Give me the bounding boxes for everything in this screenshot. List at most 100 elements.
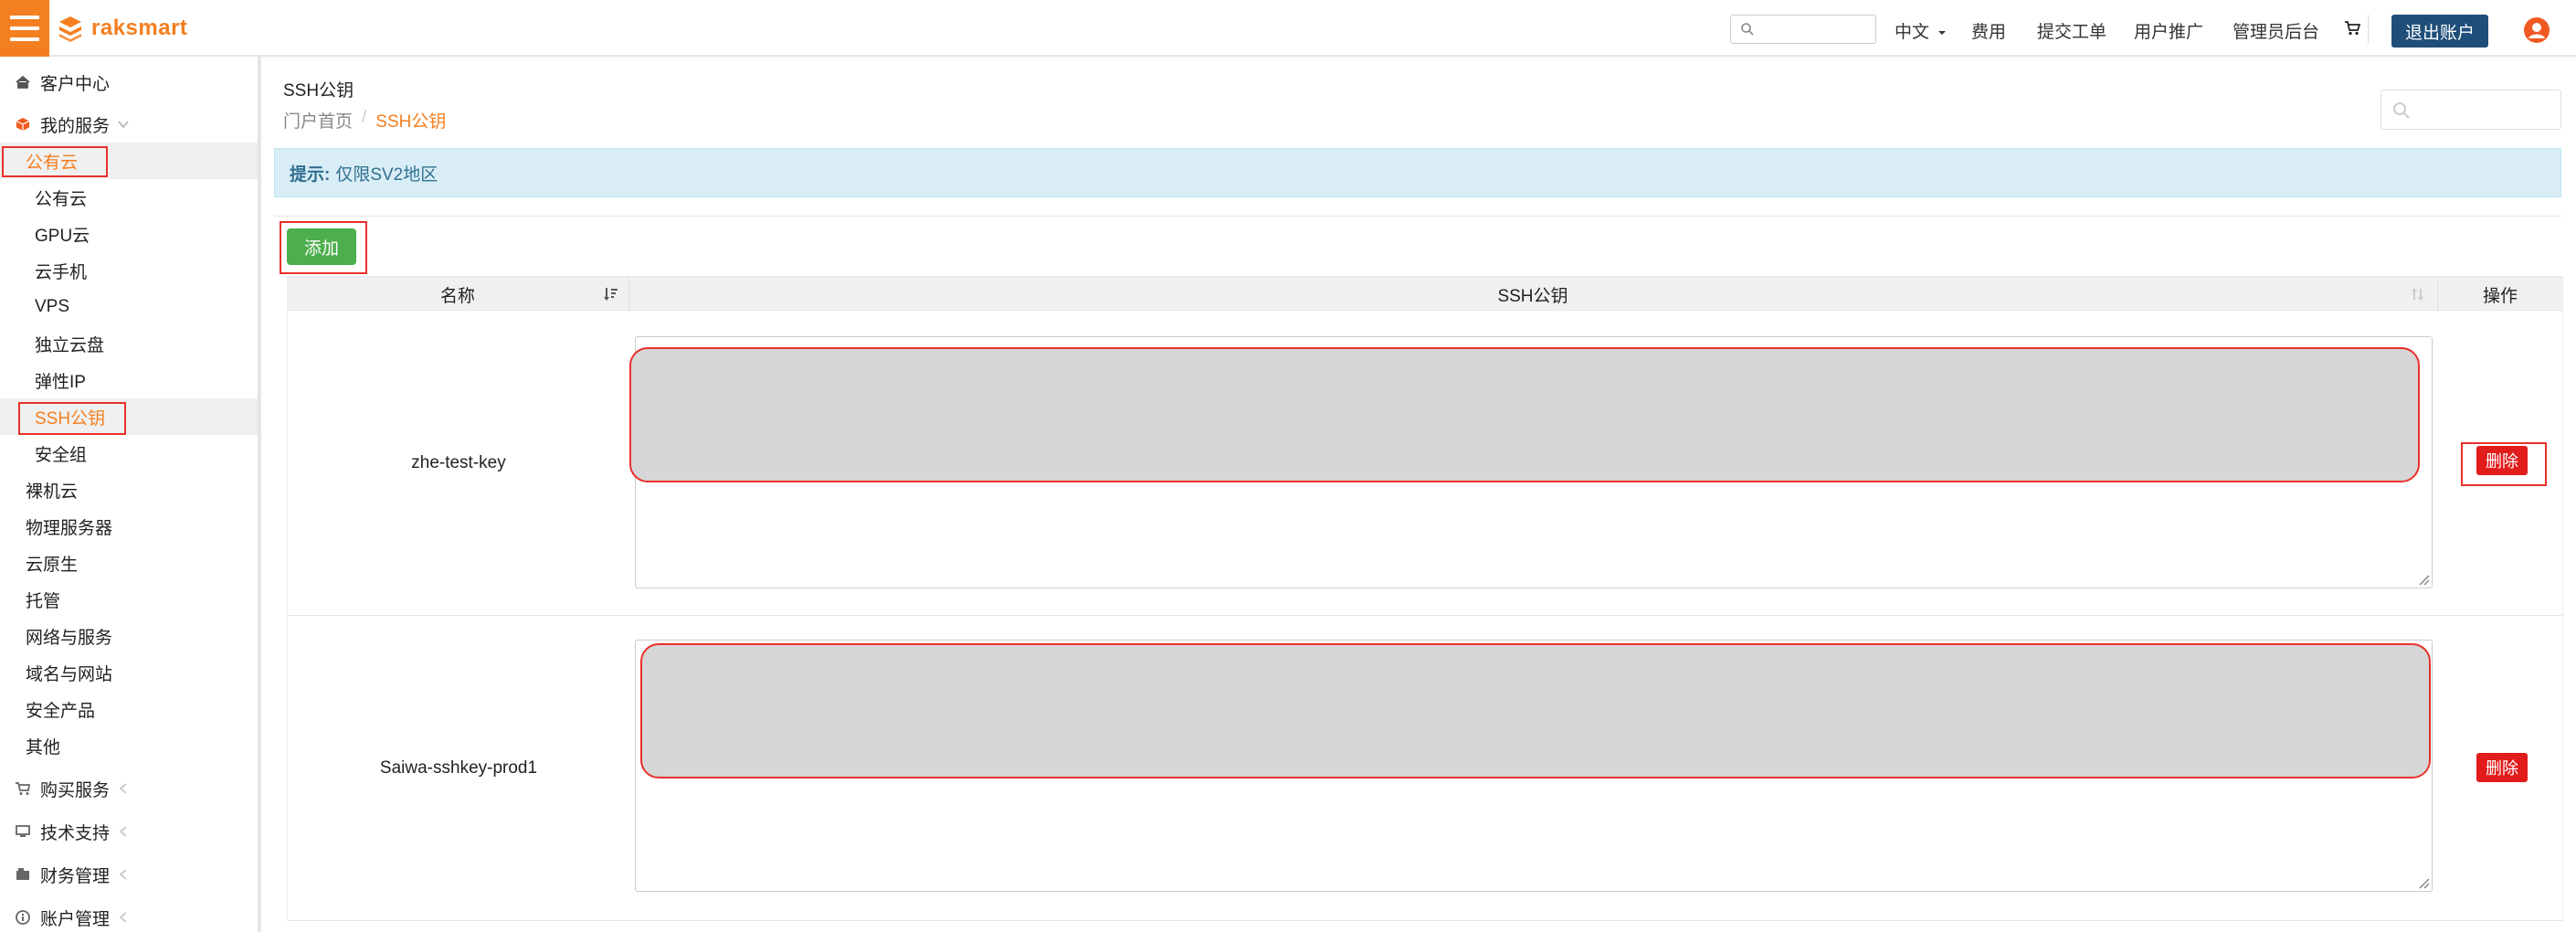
chevron-left-icon <box>119 783 127 794</box>
sidebar-item-ssh-keys[interactable]: SSH公钥 <box>0 398 258 435</box>
sidebar-item-physical-server[interactable]: 物理服务器 <box>0 508 258 545</box>
sidebar-item-label: 网络与服务 <box>26 628 113 648</box>
sidebar-item-vps[interactable]: VPS <box>0 289 258 325</box>
chevron-left-icon <box>119 869 127 880</box>
sidebar-item-label: 财务管理 <box>40 866 111 886</box>
breadcrumb-home[interactable]: 门户首页 <box>283 108 353 132</box>
sidebar-item-security-products[interactable]: 安全产品 <box>0 691 258 727</box>
sidebar-item-colocation[interactable]: 托管 <box>0 581 258 618</box>
sidebar-item-label: 技术支持 <box>40 823 111 843</box>
nav-referral[interactable]: 用户推广 <box>2134 18 2203 43</box>
sort-both-icon[interactable] <box>2410 286 2426 302</box>
brand-name: raksmart <box>91 16 188 40</box>
chevron-down-icon <box>118 121 129 129</box>
top-search-box[interactable] <box>1730 15 1876 44</box>
column-header-actions: 操作 <box>2437 277 2563 312</box>
redacted-key-overlay <box>629 347 2420 482</box>
sort-asc-icon[interactable] <box>603 286 619 302</box>
sidebar-item-label: 域名与网站 <box>26 664 113 684</box>
sidebar-item-security-group[interactable]: 安全组 <box>0 435 258 471</box>
home-icon <box>16 75 30 89</box>
sidebar-item-label: 云原生 <box>26 555 79 575</box>
breadcrumb-current: SSH公钥 <box>375 112 447 132</box>
language-label: 中文 <box>1895 23 1930 42</box>
sidebar-item-public-cloud[interactable]: 公有云 <box>0 179 258 216</box>
resize-handle-icon[interactable] <box>2417 573 2430 586</box>
column-header-label: 操作 <box>2482 286 2518 306</box>
search-icon <box>2393 102 2410 119</box>
cart-icon[interactable] <box>2344 20 2360 37</box>
nav-divider <box>2368 15 2369 44</box>
redacted-key-overlay <box>640 643 2431 778</box>
page-search-input[interactable] <box>2418 96 2555 123</box>
sidebar-item-cloud-native[interactable]: 云原生 <box>0 545 258 581</box>
sidebar-item-cloud-phone[interactable]: 云手机 <box>0 252 258 289</box>
sidebar-item-domains-sites[interactable]: 域名与网站 <box>0 654 258 691</box>
column-header-label: SSH公钥 <box>1497 286 1568 306</box>
column-header-label: 名称 <box>439 286 475 306</box>
sidebar-item-label: 物理服务器 <box>26 518 113 538</box>
sidebar-item-bare-metal[interactable]: 裸机云 <box>0 471 258 508</box>
sidebar-item-elastic-ip[interactable]: 弹性IP <box>0 362 258 398</box>
sidebar-item-label: 我的服务 <box>40 116 111 136</box>
brand-logo[interactable]: raksmart <box>57 13 187 44</box>
chevron-left-icon <box>119 826 127 837</box>
column-header-ssh-key[interactable]: SSH公钥 <box>628 277 2437 312</box>
sidebar-item-tech-support[interactable]: 技术支持 <box>0 813 258 850</box>
info-icon <box>16 910 30 925</box>
user-avatar-icon[interactable] <box>2523 16 2550 44</box>
sidebar-item-label: 安全产品 <box>26 701 96 721</box>
page-search-box[interactable] <box>2381 90 2561 130</box>
menu-toggle-icon[interactable] <box>0 0 49 57</box>
ssh-key-name: zhe-test-key <box>411 453 506 472</box>
resize-handle-icon[interactable] <box>2417 876 2430 889</box>
sidebar-item-client-center[interactable]: 客户中心 <box>0 64 258 101</box>
table-header: 名称 SSH公钥 操作 <box>287 276 2563 312</box>
sidebar-group-public-cloud[interactable]: 公有云 <box>0 143 258 179</box>
sidebar-item-other[interactable]: 其他 <box>0 727 258 764</box>
sidebar-item-label: 安全组 <box>35 445 88 465</box>
sidebar-item-network-services[interactable]: 网络与服务 <box>0 618 258 654</box>
sidebar-item-label: VPS <box>35 297 70 316</box>
sidebar-item-purchase[interactable]: 购买服务 <box>0 770 258 807</box>
sidebar-item-label: 账户管理 <box>40 909 111 929</box>
sidebar-item-finance[interactable]: 财务管理 <box>0 856 258 893</box>
breadcrumb: 门户首页 / SSH公钥 <box>283 108 446 132</box>
sidebar-item-label: 公有云 <box>26 153 79 173</box>
table-row: Saiwa-sshkey-prod1 删除 <box>287 616 2563 921</box>
sidebar-item-label: 云手机 <box>35 262 88 282</box>
sidebar-item-label: 公有云 <box>35 189 88 209</box>
sidebar-item-label: 独立云盘 <box>35 335 105 355</box>
sidebar-item-label: 其他 <box>26 737 61 757</box>
sidebar-item-block-storage[interactable]: 独立云盘 <box>0 325 258 362</box>
notice-alert: 提示: 仅限SV2地区 <box>274 148 2561 197</box>
language-dropdown[interactable]: 中文 <box>1895 18 1947 43</box>
chevron-left-icon <box>119 912 127 923</box>
ssh-key-name: Saiwa-sshkey-prod1 <box>379 758 538 778</box>
cart-icon <box>16 782 31 795</box>
sidebar-item-gpu-cloud[interactable]: GPU云 <box>0 216 258 252</box>
delete-button[interactable]: 删除 <box>2476 446 2528 475</box>
notice-label: 提示: <box>290 164 331 185</box>
delete-button[interactable]: 删除 <box>2476 753 2528 782</box>
nav-admin[interactable]: 管理员后台 <box>2233 18 2319 43</box>
sidebar-item-label: 弹性IP <box>35 372 86 392</box>
column-header-name[interactable]: 名称 <box>287 277 628 312</box>
sidebar-item-label: 托管 <box>26 591 61 611</box>
add-ssh-key-button[interactable]: 添加 <box>287 228 356 265</box>
top-search-input[interactable] <box>1757 17 1872 41</box>
finance-icon <box>16 868 29 880</box>
sidebar: 客户中心 我的服务 公有云 公有云 GPU云 云手机 VPS 独立云盘 弹性IP… <box>0 57 261 932</box>
sidebar-item-label: 客户中心 <box>40 74 111 94</box>
sidebar-item-my-services[interactable]: 我的服务 <box>0 106 258 143</box>
caret-down-icon <box>1938 31 1947 35</box>
nav-submit-ticket[interactable]: 提交工单 <box>2037 18 2106 43</box>
nav-billing[interactable]: 费用 <box>1971 18 2006 43</box>
notice-text: 仅限SV2地区 <box>335 164 438 185</box>
cube-icon <box>16 118 30 131</box>
sidebar-item-account[interactable]: 账户管理 <box>0 899 258 932</box>
logout-button[interactable]: 退出账户 <box>2391 15 2488 48</box>
top-navbar: raksmart 中文 费用 提交工单 用户推广 管理员后台 退出账户 <box>0 0 2576 57</box>
monitor-icon <box>16 825 30 837</box>
raksmart-logo-icon <box>59 16 81 42</box>
